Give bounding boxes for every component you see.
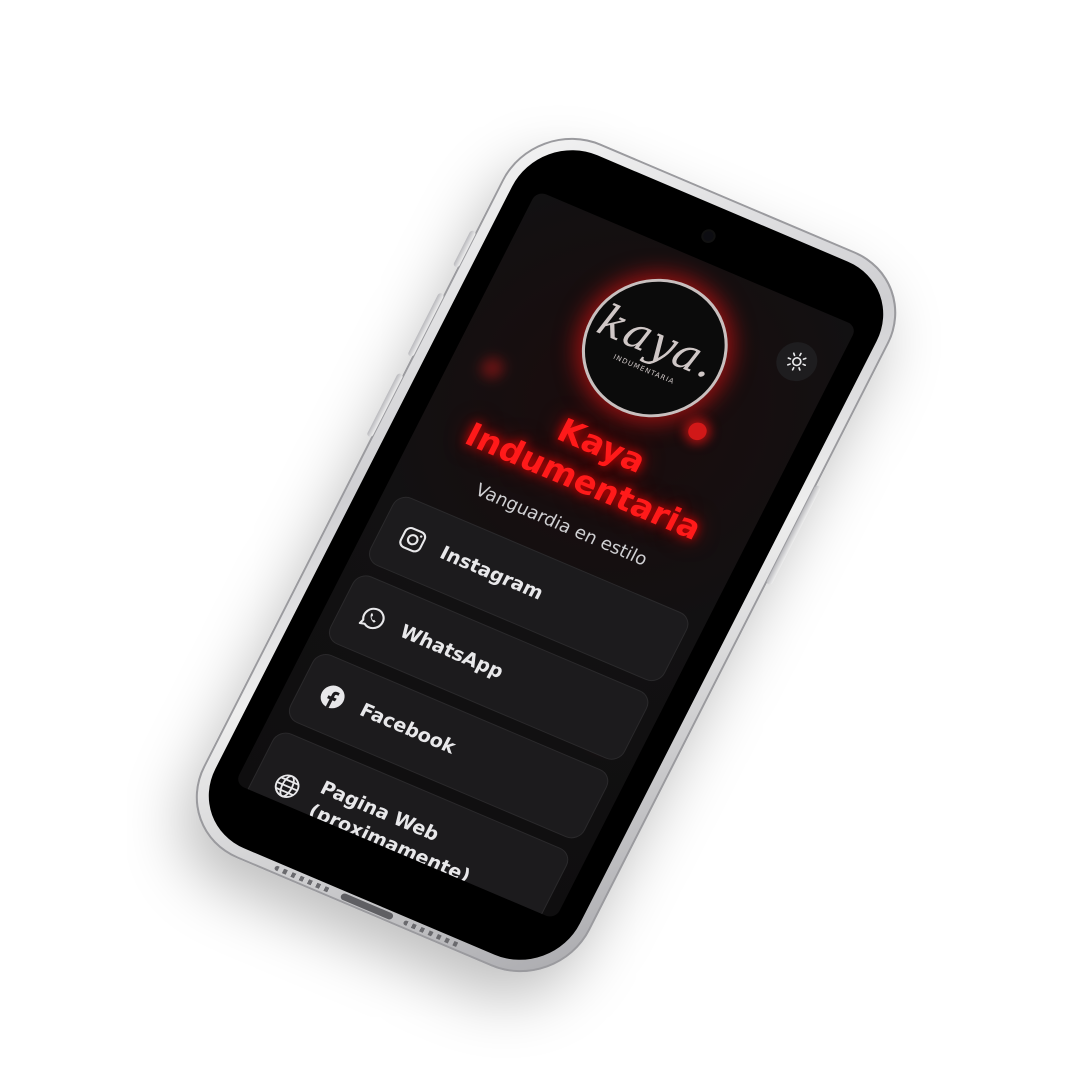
link-label-facebook: Facebook (356, 699, 460, 759)
instagram-icon (392, 520, 433, 559)
whatsapp-icon (352, 599, 393, 638)
front-camera (701, 229, 716, 243)
link-label-instagram: Instagram (436, 541, 547, 605)
theme-toggle-button[interactable] (769, 335, 825, 388)
link-label-whatsapp: WhatsApp (396, 620, 508, 684)
mockup-stage: kaya. INDUMENTARIA Kaya Indumentaria Van… (0, 0, 1080, 1080)
phone-mockup: kaya. INDUMENTARIA Kaya Indumentaria Van… (170, 115, 922, 995)
status-dot (685, 419, 710, 443)
phone-bezel: kaya. INDUMENTARIA Kaya Indumentaria Van… (187, 131, 905, 979)
facebook-icon (312, 678, 353, 717)
globe-icon (266, 767, 307, 806)
link-in-bio-screen: kaya. INDUMENTARIA Kaya Indumentaria Van… (234, 190, 858, 920)
sun-icon (786, 352, 807, 371)
profile-avatar: kaya. INDUMENTARIA (557, 256, 753, 440)
